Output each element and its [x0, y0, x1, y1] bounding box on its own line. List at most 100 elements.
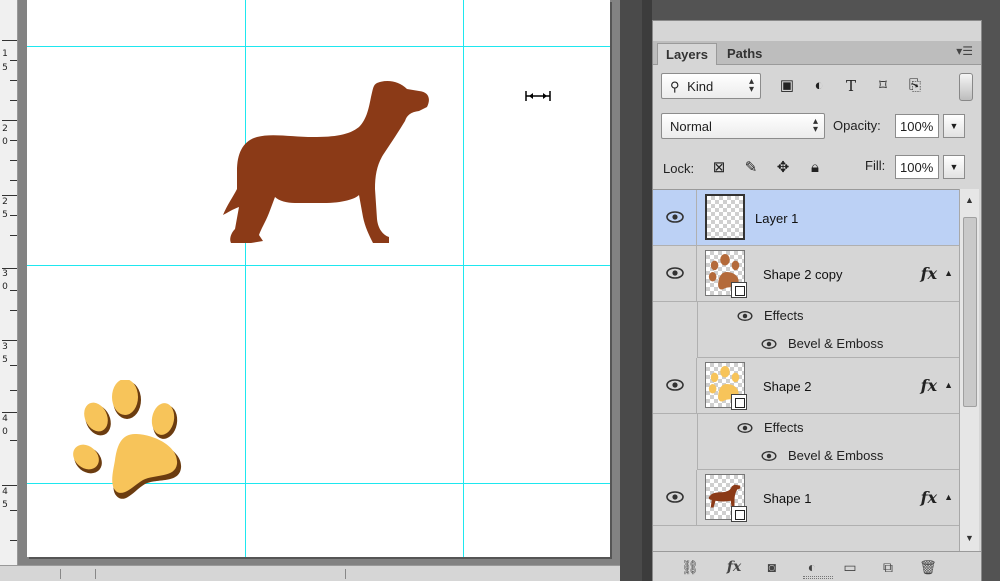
collapse-effects-icon[interactable]: ▲ — [944, 268, 953, 278]
panel-menu-icon[interactable]: ▾☰ — [956, 44, 973, 58]
blend-mode-value: Normal — [670, 119, 712, 134]
new-layer-icon[interactable]: ⧉ — [875, 556, 901, 578]
lock-image-icon[interactable]: ✎ — [741, 158, 761, 178]
filter-kind-label: Kind — [687, 79, 714, 94]
blend-mode-dropdown[interactable]: Normal ▴ ▾ — [661, 113, 825, 139]
layer-row[interactable]: Shape 1 fx ▲ — [653, 470, 959, 526]
workspace-divider — [620, 0, 642, 581]
effect-label: Bevel & Emboss — [788, 336, 884, 351]
lock-transparent-icon[interactable]: ⊠ — [709, 158, 729, 178]
visibility-eye-icon[interactable] — [736, 310, 754, 322]
layer-row[interactable]: Layer 1 — [653, 190, 959, 246]
effect-item[interactable]: Bevel & Emboss — [697, 330, 959, 358]
filter-toggle-switch[interactable] — [959, 73, 973, 101]
vertical-guide[interactable] — [463, 0, 464, 557]
effects-label: Effects — [764, 308, 804, 323]
fx-icon[interactable]: fx — [921, 264, 937, 283]
scroll-down-icon[interactable]: ▼ — [965, 533, 974, 543]
panel-resize-grip[interactable] — [803, 576, 833, 579]
document-canvas[interactable] — [27, 0, 610, 557]
collapse-effects-icon[interactable]: ▲ — [944, 492, 953, 502]
dog-silhouette-shape[interactable] — [223, 79, 433, 247]
visibility-eye-icon[interactable] — [760, 338, 778, 350]
visibility-eye-icon[interactable] — [665, 266, 685, 280]
shape-filter-icon[interactable]: ⌑ — [871, 75, 895, 99]
ruler-number: 0 — [2, 427, 8, 437]
visibility-eye-icon[interactable] — [665, 490, 685, 504]
ruler-number: 5 — [2, 500, 8, 510]
effects-row[interactable]: Effects — [697, 302, 959, 330]
stepper-arrows-icon: ▴ ▾ — [748, 76, 754, 95]
fx-icon[interactable]: fx — [721, 556, 747, 578]
tab-layers[interactable]: Layers — [657, 43, 717, 65]
document-workspace: 1 5 2 0 2 5 3 0 3 5 4 0 4 5 — [0, 0, 640, 581]
layers-panel: Layers Paths ▾☰ ⚲ Kind ▴ ▾ ▣ ◐ T ⌑ ⎘ Norm… — [652, 20, 982, 581]
layer-thumbnail[interactable] — [705, 194, 745, 240]
ruler-number: 5 — [2, 355, 8, 365]
layers-footer: ⛓ fx ◙ ◐ ▭ ⧉ 🗑︎ — [653, 551, 981, 581]
status-bar — [0, 565, 640, 581]
add-mask-icon[interactable]: ◙ — [759, 556, 785, 578]
layer-name[interactable]: Shape 1 — [763, 491, 811, 506]
ruler-number: 4 — [2, 487, 8, 497]
adjustment-layer-icon[interactable]: ◐ — [799, 556, 825, 578]
visibility-eye-icon[interactable] — [760, 450, 778, 462]
effects-row[interactable]: Effects — [697, 414, 959, 442]
effect-item[interactable]: Bevel & Emboss — [697, 442, 959, 470]
ruler-number: 0 — [2, 282, 8, 292]
tab-paths[interactable]: Paths — [719, 43, 770, 65]
new-group-icon[interactable]: ▭ — [837, 556, 863, 578]
opacity-label: Opacity: — [833, 118, 881, 133]
collapse-effects-icon[interactable]: ▲ — [944, 380, 953, 390]
filter-kind-dropdown[interactable]: ⚲ Kind ▴ ▾ — [661, 73, 761, 99]
trash-icon[interactable]: 🗑︎ — [915, 556, 941, 578]
ruler-number: 2 — [2, 197, 8, 207]
visibility-eye-icon[interactable] — [665, 210, 685, 224]
ruler-number: 5 — [2, 63, 8, 73]
scroll-thumb[interactable] — [963, 217, 977, 407]
panel-tabs: Layers Paths ▾☰ — [653, 41, 981, 65]
layer-name[interactable]: Shape 2 copy — [763, 267, 843, 282]
resize-cursor-icon — [525, 91, 551, 101]
lock-position-icon[interactable]: ✥ — [773, 158, 793, 178]
layer-name[interactable]: Layer 1 — [755, 211, 798, 226]
fx-icon[interactable]: fx — [921, 376, 937, 395]
paw-print-shape[interactable] — [71, 380, 189, 502]
visibility-eye-icon[interactable] — [665, 378, 685, 392]
lock-all-icon[interactable]: 🔒︎ — [805, 158, 825, 178]
ruler-number: 0 — [2, 137, 8, 147]
layer-row[interactable]: Shape 2 copy fx ▲ — [653, 246, 959, 302]
horizontal-guide[interactable] — [27, 265, 610, 266]
search-icon: ⚲ — [670, 79, 680, 94]
fill-input[interactable]: 100% — [895, 155, 939, 179]
horizontal-guide[interactable] — [27, 46, 610, 47]
effects-label: Effects — [764, 420, 804, 435]
ruler-number: 4 — [2, 414, 8, 424]
vector-mask-icon — [731, 394, 747, 410]
type-filter-icon[interactable]: T — [839, 75, 863, 99]
opacity-input[interactable]: 100% — [895, 114, 939, 138]
link-layers-icon[interactable]: ⛓ — [677, 556, 703, 578]
ruler-number: 3 — [2, 269, 8, 279]
ruler-number: 5 — [2, 210, 8, 220]
layer-row[interactable]: Shape 2 fx ▲ — [653, 358, 959, 414]
fx-icon[interactable]: fx — [921, 488, 937, 507]
adjustment-filter-icon[interactable]: ◐ — [807, 75, 831, 99]
layers-list: Layer 1 Shape 2 copy fx ▲ Effects Bevel … — [653, 189, 959, 551]
layers-scrollbar[interactable]: ▲ ▼ — [959, 189, 979, 551]
scroll-up-icon[interactable]: ▲ — [965, 195, 974, 205]
layer-name[interactable]: Shape 2 — [763, 379, 811, 394]
fill-label: Fill: — [865, 158, 886, 173]
filter-row: ⚲ Kind ▴ ▾ ▣ ◐ T ⌑ ⎘ — [661, 73, 973, 101]
image-filter-icon[interactable]: ▣ — [775, 75, 799, 99]
visibility-eye-icon[interactable] — [736, 422, 754, 434]
stepper-arrows-icon: ▴ ▾ — [812, 116, 818, 135]
ruler-number: 2 — [2, 124, 8, 134]
smart-object-filter-icon[interactable]: ⎘ — [903, 75, 927, 99]
ruler-number: 3 — [2, 342, 8, 352]
opacity-dropdown-button[interactable]: ▼ — [943, 114, 965, 138]
vertical-ruler[interactable]: 1 5 2 0 2 5 3 0 3 5 4 0 4 5 — [0, 0, 18, 581]
vector-mask-icon — [731, 506, 747, 522]
fill-dropdown-button[interactable]: ▼ — [943, 155, 965, 179]
ruler-number: 1 — [2, 49, 8, 59]
